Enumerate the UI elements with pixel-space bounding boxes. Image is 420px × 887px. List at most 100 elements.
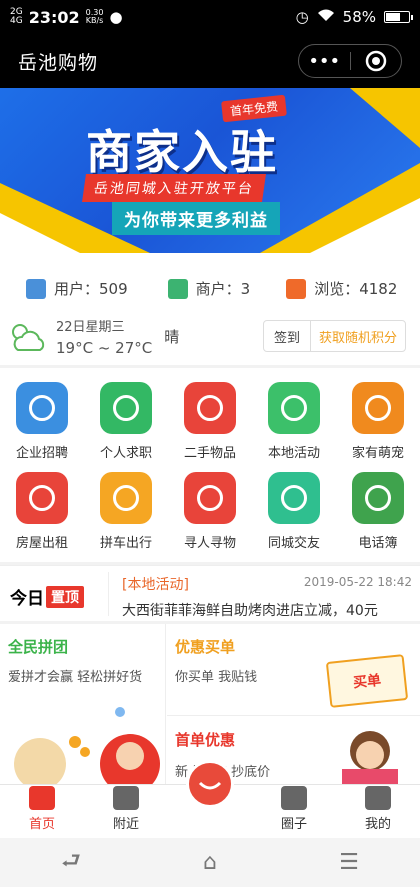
tab-me[interactable]: 我的	[336, 785, 420, 838]
sign-in-button[interactable]: 签到	[264, 321, 311, 351]
paw-icon	[352, 382, 404, 434]
stat-views: 浏览：4182	[286, 278, 397, 299]
category-grid: 企业招聘 个人求职 二手物品 本地活动 家有萌宠房屋出租 拼车出行 寻人寻物 同城交友 电话簿	[0, 368, 420, 562]
category-item[interactable]: 本地活动	[252, 382, 336, 468]
battery-fill	[386, 13, 400, 21]
target-circle-icon	[365, 50, 386, 72]
group-buy-illustration	[14, 707, 160, 784]
battery-percent: 58%	[342, 8, 376, 26]
tab-label: 圈子	[280, 817, 307, 832]
tab-nearby[interactable]: 附近	[84, 785, 168, 838]
alarm-icon: ◷	[295, 8, 309, 26]
shop-bag-icon	[198, 781, 222, 790]
house-icon	[16, 472, 68, 524]
first-order-title: 首单优惠	[175, 731, 236, 749]
page-title: 岳池购物	[18, 51, 99, 74]
category-label: 房屋出租	[15, 536, 68, 551]
category-label: 本地活动	[267, 446, 320, 461]
discount-pay-subtitle: 你买单 我贴钱	[175, 670, 258, 685]
random-points-button[interactable]: 获取随机积分	[311, 327, 405, 346]
category-label: 寻人寻物	[183, 536, 236, 551]
category-item[interactable]: 房屋出租	[0, 472, 84, 558]
id-card-icon	[100, 382, 152, 434]
location-heart-icon	[184, 472, 236, 524]
weather-widget: 22日星期三 19°C ~ 27°C 晴	[8, 316, 179, 357]
more-dots-icon: •••	[308, 50, 341, 72]
sign-in-box: 签到 获取随机积分	[262, 320, 406, 352]
news-ticker[interactable]: 今日 置顶 [本地活动] 2019-05-22 18:42 大西街菲菲海鲜自助烤…	[0, 565, 420, 621]
close-mini-program-button[interactable]	[351, 50, 402, 72]
signal-4g: 4G	[10, 16, 23, 26]
category-label: 同城交友	[267, 536, 320, 551]
stats-panel: 用户：509 商户：3 浏览：4182 22日星期三 19°C ~ 27°C 晴…	[0, 253, 420, 365]
first-order-illustration	[342, 731, 398, 784]
profile-icon	[365, 786, 391, 810]
banner-headline: 商家入驻	[86, 125, 278, 179]
mini-program-capsule: •••	[298, 44, 402, 78]
category-item[interactable]: 个人求职	[84, 382, 168, 468]
category-item[interactable]: 电话簿	[336, 472, 420, 558]
shop-icon	[113, 786, 139, 810]
group-buy-title: 全民拼团	[8, 638, 69, 656]
stat-merchants: 商户：3	[167, 278, 250, 299]
tab-label: 附近	[112, 817, 139, 832]
group-buy-tile[interactable]: 全民拼团 爱拼才会赢 轻松拼好货	[0, 624, 166, 784]
news-category: [本地活动]	[122, 577, 189, 593]
category-label: 拼车出行	[99, 536, 152, 551]
category-label: 个人求职	[99, 446, 152, 461]
category-item[interactable]: 二手物品	[168, 382, 252, 468]
news-date: 2019-05-22 18:42	[303, 575, 412, 589]
weather-date: 22日星期三	[56, 320, 125, 335]
nav-bar: 岳池购物 •••	[0, 34, 420, 88]
clock: 23:02	[28, 7, 80, 27]
planet-icon	[281, 786, 307, 810]
status-bar: 2G 4G 23:02 0.30 KB/s ● ◷ 58%	[0, 0, 420, 34]
tab-label: 首页	[28, 817, 55, 832]
network-speed: 0.30 KB/s	[85, 8, 104, 25]
category-item[interactable]: 家有萌宠	[336, 382, 420, 468]
tab-label: 我的	[364, 817, 391, 832]
weather-condition: 晴	[164, 328, 180, 346]
category-item[interactable]: 寻人寻物	[168, 472, 252, 558]
battery-icon	[384, 11, 413, 23]
group-buy-subtitle: 爱拼才会赢 轻松拼好货	[8, 670, 143, 685]
center-action-button[interactable]	[186, 760, 234, 808]
category-label: 家有萌宠	[351, 446, 404, 461]
chat-icon	[268, 472, 320, 524]
news-headline[interactable]: 大西街菲菲海鲜自助烤肉进店立减，40元	[122, 600, 418, 620]
home-icon[interactable]: ⌂	[203, 850, 217, 875]
stat-users: 用户：509	[26, 278, 128, 299]
balloon-icon	[268, 382, 320, 434]
discount-pay-tile[interactable]: 优惠买单 你买单 我贴钱 买单	[167, 624, 420, 716]
phone-book-icon	[352, 472, 404, 524]
banner-subtitle-1: 岳池同城入驻开放平台	[82, 174, 266, 202]
car-icon	[100, 472, 152, 524]
bar-chart-icon	[286, 278, 307, 299]
shop-icon	[167, 278, 188, 299]
recent-apps-icon[interactable]: ☰	[339, 850, 359, 875]
sun-cloud-icon	[12, 323, 45, 351]
banner-subtitle-2: 为你带来更多利益	[112, 202, 280, 235]
user-card-icon	[26, 278, 46, 299]
basket-icon	[184, 382, 236, 434]
promo-banner[interactable]: 首年免费 商家入驻 岳池同城入驻开放平台 为你带来更多利益	[0, 88, 420, 253]
category-item[interactable]: 企业招聘	[0, 382, 84, 468]
system-nav-bar: ⮐ ⌂ ☰	[0, 838, 420, 887]
category-item[interactable]: 同城交友	[252, 472, 336, 558]
tab-home[interactable]: 首页	[0, 785, 84, 838]
discount-pay-illustration: 买单	[325, 654, 409, 708]
tab-circle[interactable]: 圈子	[252, 785, 336, 838]
weather-temp: 19°C ~ 27°C	[56, 339, 153, 357]
signal-indicator: 2G 4G	[10, 8, 23, 26]
discount-pay-title: 优惠买单	[175, 638, 236, 656]
category-label: 企业招聘	[15, 446, 68, 461]
home-icon	[29, 786, 55, 810]
more-menu-button[interactable]: •••	[299, 51, 350, 72]
clock-icon	[16, 382, 68, 434]
back-icon[interactable]: ⮐	[61, 844, 81, 882]
category-label: 电话簿	[358, 536, 398, 551]
qq-icon: ●	[109, 8, 123, 26]
category-label: 二手物品	[183, 446, 236, 461]
category-item[interactable]: 拼车出行	[84, 472, 168, 558]
today-top-logo: 今日 置顶	[10, 584, 84, 609]
